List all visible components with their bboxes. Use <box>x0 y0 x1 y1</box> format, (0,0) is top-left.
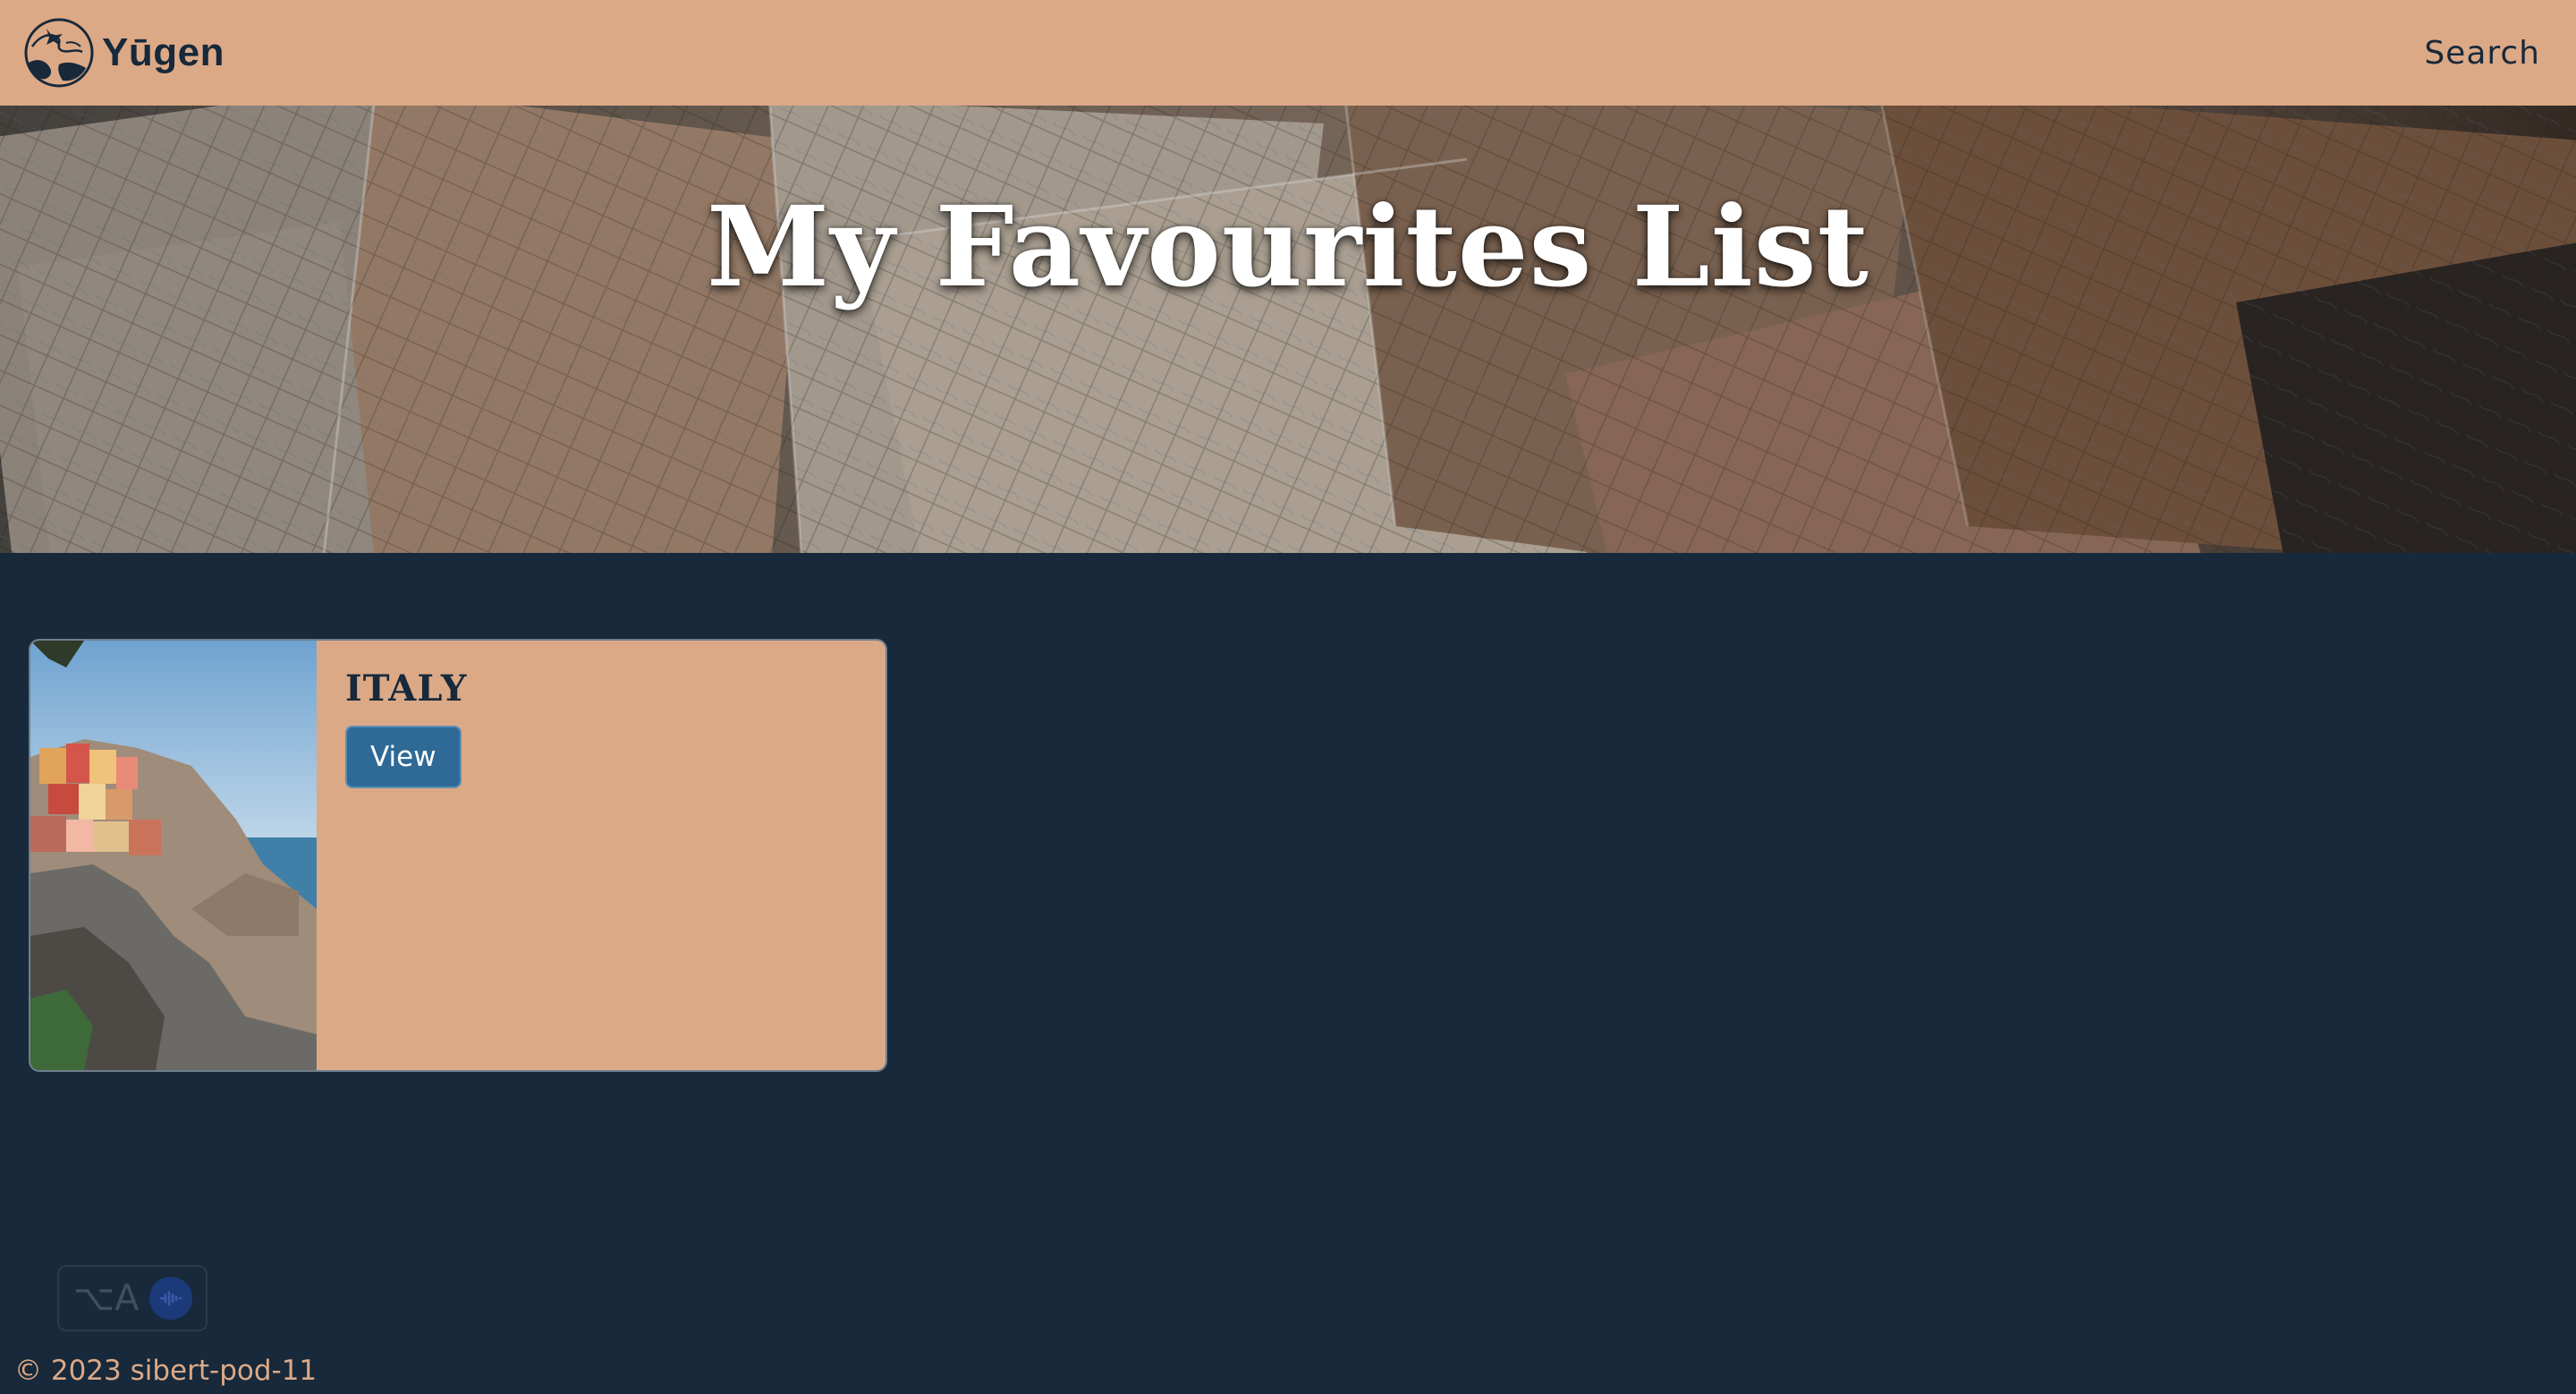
destination-image <box>30 641 317 1070</box>
destination-name: ITALY <box>345 667 468 710</box>
hero-banner: My Favourites List <box>0 106 2576 553</box>
voice-waveform-icon[interactable] <box>149 1277 193 1320</box>
page-title: My Favourites List <box>707 183 1869 312</box>
favourite-card: ITALY View <box>29 639 887 1072</box>
search-link[interactable]: Search <box>2424 35 2540 72</box>
footer-copyright: © 2023 sibert-pod-11 <box>14 1355 318 1387</box>
maps-background-image <box>0 106 2576 553</box>
input-method-label: ⌥A <box>73 1278 140 1319</box>
input-method-widget[interactable]: ⌥A <box>57 1265 208 1331</box>
card-body: ITALY View <box>317 641 496 1070</box>
navbar: Yūgen Search <box>0 0 2576 106</box>
globe-logo-icon <box>24 18 94 88</box>
brand-name: Yūgen <box>102 30 225 74</box>
view-button[interactable]: View <box>345 726 462 788</box>
brand-link[interactable]: Yūgen <box>20 16 225 89</box>
